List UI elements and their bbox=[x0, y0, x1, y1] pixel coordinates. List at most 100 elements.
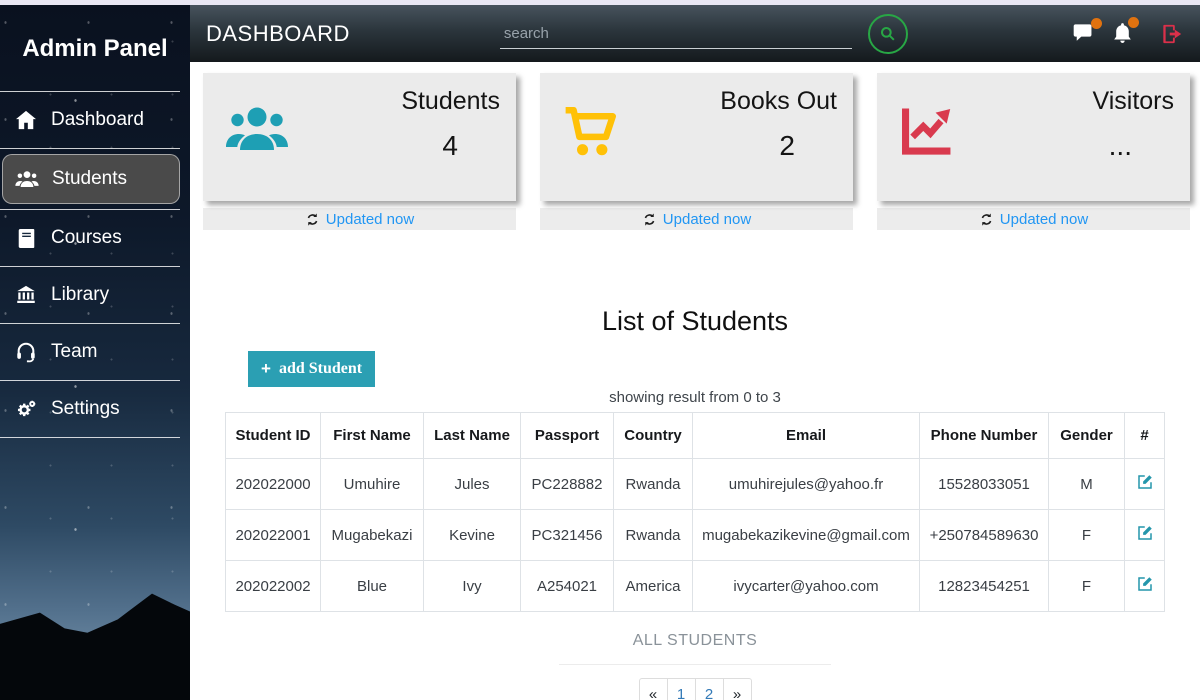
column-header: Student ID bbox=[226, 413, 321, 459]
table-cell: Mugabekazi bbox=[321, 510, 424, 561]
stat-card-books-out: Books Out 2 Updated now bbox=[540, 73, 853, 230]
cart-icon bbox=[562, 105, 620, 164]
column-header: Phone Number bbox=[920, 413, 1049, 459]
column-header: Passport bbox=[521, 413, 614, 459]
table-cell: 202022001 bbox=[226, 510, 321, 561]
card-body: Students 4 bbox=[203, 73, 516, 201]
table-cell: M bbox=[1049, 459, 1125, 510]
column-header: Last Name bbox=[424, 413, 521, 459]
edit-cell[interactable] bbox=[1125, 561, 1165, 612]
divider bbox=[559, 664, 831, 665]
table-cell: Jules bbox=[424, 459, 521, 510]
gears-icon bbox=[14, 398, 38, 420]
table-cell: A254021 bbox=[521, 561, 614, 612]
column-header: # bbox=[1125, 413, 1165, 459]
table-row: 202022002BlueIvyA254021Americaivycarter@… bbox=[226, 561, 1165, 612]
table-cell: 15528033051 bbox=[920, 459, 1049, 510]
edit-icon[interactable] bbox=[1136, 575, 1154, 593]
add-student-label: add Student bbox=[279, 360, 362, 378]
pagination-next[interactable]: » bbox=[723, 678, 752, 700]
sidebar: Admin Panel Dashboard Students bbox=[0, 5, 190, 700]
sidebar-item-team[interactable]: Team bbox=[0, 324, 190, 380]
table-cell: America bbox=[614, 561, 693, 612]
bell-icon[interactable] bbox=[1112, 22, 1133, 45]
column-header: First Name bbox=[321, 413, 424, 459]
sidebar-item-label: Settings bbox=[51, 398, 120, 420]
card-footer-updated[interactable]: Updated now bbox=[203, 208, 516, 230]
refresh-icon bbox=[642, 212, 657, 227]
table-row: 202022001MugabekaziKevinePC321456Rwandam… bbox=[226, 510, 1165, 561]
sidebar-item-label: Students bbox=[52, 168, 127, 190]
search-button[interactable] bbox=[868, 14, 908, 54]
chat-icon[interactable] bbox=[1072, 23, 1096, 44]
notification-dot bbox=[1128, 17, 1139, 28]
search-icon bbox=[878, 24, 898, 44]
add-student-button[interactable]: + add Student bbox=[248, 351, 375, 387]
pagination: « 1 2 » bbox=[190, 678, 1200, 700]
table-cell: Blue bbox=[321, 561, 424, 612]
updated-now-label: Updated now bbox=[1000, 211, 1088, 228]
chart-icon bbox=[899, 105, 957, 162]
table-cell: Ivy bbox=[424, 561, 521, 612]
sidebar-item-courses[interactable]: Courses bbox=[0, 210, 190, 266]
table-cell: Rwanda bbox=[614, 510, 693, 561]
book-icon bbox=[14, 228, 38, 249]
column-header: Email bbox=[693, 413, 920, 459]
all-students-label: ALL STUDENTS bbox=[190, 632, 1200, 650]
table-cell: ivycarter@yahoo.com bbox=[693, 561, 920, 612]
sidebar-item-label: Courses bbox=[51, 227, 122, 249]
refresh-icon bbox=[305, 212, 320, 227]
updated-now-label: Updated now bbox=[663, 211, 751, 228]
users-icon bbox=[15, 170, 39, 189]
table-cell: +250784589630 bbox=[920, 510, 1049, 561]
card-body: Visitors ... bbox=[877, 73, 1190, 201]
app-title: Admin Panel bbox=[0, 5, 190, 91]
sidebar-item-students[interactable]: Students bbox=[2, 154, 180, 204]
plus-icon: + bbox=[261, 359, 271, 379]
edit-icon[interactable] bbox=[1136, 473, 1154, 491]
table-cell: 202022000 bbox=[226, 459, 321, 510]
sidebar-item-label: Dashboard bbox=[51, 109, 144, 131]
table-cell: PC228882 bbox=[521, 459, 614, 510]
table-cell: F bbox=[1049, 561, 1125, 612]
card-footer-updated[interactable]: Updated now bbox=[877, 208, 1190, 230]
search-input[interactable] bbox=[500, 19, 852, 49]
logout-icon[interactable] bbox=[1161, 23, 1184, 45]
headset-icon bbox=[14, 341, 38, 363]
card-body: Books Out 2 bbox=[540, 73, 853, 201]
refresh-icon bbox=[979, 212, 994, 227]
sidebar-item-label: Library bbox=[51, 284, 109, 306]
edit-cell[interactable] bbox=[1125, 459, 1165, 510]
main-content: DASHBOARD bbox=[190, 5, 1200, 700]
edit-icon[interactable] bbox=[1136, 524, 1154, 542]
table-cell: F bbox=[1049, 510, 1125, 561]
card-footer-updated[interactable]: Updated now bbox=[540, 208, 853, 230]
bank-icon bbox=[14, 285, 38, 306]
table-row: 202022000UmuhireJulesPC228882Rwandaumuhi… bbox=[226, 459, 1165, 510]
pagination-prev[interactable]: « bbox=[639, 678, 668, 700]
table-cell: Rwanda bbox=[614, 459, 693, 510]
sidebar-item-library[interactable]: Library bbox=[0, 267, 190, 323]
mountain-silhouette bbox=[0, 588, 190, 700]
app: Admin Panel Dashboard Students bbox=[0, 5, 1200, 700]
users-icon bbox=[225, 105, 289, 160]
table-cell: Kevine bbox=[424, 510, 521, 561]
sidebar-item-settings[interactable]: Settings bbox=[0, 381, 190, 437]
section-heading: List of Students bbox=[190, 306, 1200, 337]
stat-card-visitors: Visitors ... Updated now bbox=[877, 73, 1190, 230]
top-navbar: DASHBOARD bbox=[190, 5, 1200, 62]
stat-card-students: Students 4 Updated now bbox=[203, 73, 516, 230]
showing-result-text: showing result from 0 to 3 bbox=[190, 389, 1200, 406]
students-table: Student IDFirst NameLast NamePassportCou… bbox=[225, 412, 1165, 612]
updated-now-label: Updated now bbox=[326, 211, 414, 228]
table-cell: 202022002 bbox=[226, 561, 321, 612]
column-header: Country bbox=[614, 413, 693, 459]
divider bbox=[0, 148, 180, 149]
sidebar-item-dashboard[interactable]: Dashboard bbox=[0, 92, 190, 148]
pagination-page-2[interactable]: 2 bbox=[695, 678, 724, 700]
pagination-page-1[interactable]: 1 bbox=[667, 678, 696, 700]
stat-cards-row: Students 4 Updated now Books Out 2 bbox=[190, 62, 1200, 230]
edit-cell[interactable] bbox=[1125, 510, 1165, 561]
table-header-row: Student IDFirst NameLast NamePassportCou… bbox=[226, 413, 1165, 459]
home-icon bbox=[14, 110, 38, 130]
